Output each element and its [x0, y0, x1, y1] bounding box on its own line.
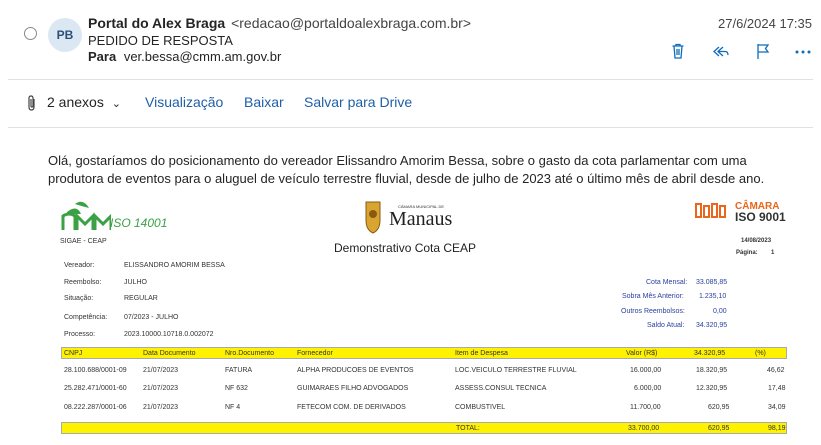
summary-label: Sobra Mês Anterior: [622, 293, 684, 300]
field-label: Competência: [64, 314, 108, 321]
cell: 21/07/2023 [143, 367, 179, 374]
more-actions-button[interactable] [792, 40, 814, 62]
avatar: PB [48, 18, 82, 52]
field-label: Processo: [64, 331, 96, 338]
reply-all-icon [713, 46, 729, 57]
column-header: Data Documento [143, 350, 196, 357]
cell: 6.000,00 [634, 385, 662, 392]
cell: GUIMARAES FILHO ADVOGADOS [297, 385, 409, 392]
summary-value: 34.320,95 [696, 322, 728, 329]
sigae-label: SIGAE - CEAP [60, 238, 107, 245]
attachment-toggle[interactable] [26, 94, 38, 117]
chevron-down-icon: ⌄ [111, 98, 121, 110]
field-value: 07/2023 - JULHO [124, 314, 179, 321]
header-divider [8, 79, 813, 80]
embedded-document-image: ISO 14001 SIGAE - CEAP CÂMARA MUNICIPAL … [58, 196, 798, 445]
table-total-row [61, 422, 787, 434]
summary-value: 33.085,85 [696, 279, 728, 286]
camara-logo-icon [695, 203, 726, 218]
attachments-count[interactable]: 2 anexos ⌄ [47, 94, 121, 110]
field-label: Vereador: [64, 262, 95, 269]
field-value: JULHO [124, 279, 147, 286]
column-header: Item de Despesa [455, 350, 508, 357]
column-header: (%) [755, 350, 766, 357]
cell: NF 632 [225, 385, 248, 392]
summary-value: 0,00 [713, 308, 727, 315]
page-value: 1 [771, 250, 775, 256]
more-icon [795, 50, 811, 54]
delete-button[interactable] [667, 40, 689, 62]
column-header: Valor (R$) [626, 350, 658, 357]
city-label: Manaus [389, 208, 453, 230]
cell: 12.320,95 [696, 385, 728, 392]
cell: LOC.VEICULO TERRESTRE FLUVIAL [455, 367, 577, 374]
paperclip-icon [28, 95, 35, 111]
field-value: 2023.10000.10718.0.002072 [124, 331, 214, 338]
column-header: CNPJ [64, 350, 83, 357]
total-value: 98,19 [768, 425, 786, 432]
cmm-logo [61, 201, 111, 230]
cell: NF 4 [225, 404, 241, 411]
cell: 25.282.471/0001-60 [64, 385, 127, 392]
cell: 17,48 [768, 385, 786, 392]
page-label: Página: [736, 250, 758, 256]
summary-label: Outros Reembolsos: [621, 308, 685, 315]
cell: FETECOM COM. DE DERIVADOS [297, 404, 406, 411]
sender-name[interactable]: Portal do Alex Braga [88, 15, 225, 31]
cell: ASSESS.CONSUL TECNICA [455, 385, 547, 392]
cell: 18.320,95 [696, 367, 728, 374]
cell: 46,62 [767, 367, 785, 374]
cell: 620,95 [708, 404, 730, 411]
recipient-line: Para ver.bessa@cmm.am.gov.br [88, 49, 281, 64]
preview-link[interactable]: Visualização [145, 94, 223, 110]
total-value: 620,95 [708, 425, 730, 432]
trash-icon [672, 43, 684, 59]
select-message-radio[interactable] [24, 27, 37, 40]
cell: 08.222.287/0001-06 [64, 404, 127, 411]
document-date: 14/08/2023 [741, 238, 772, 244]
reply-all-button[interactable] [709, 40, 731, 62]
field-label: Situação: [64, 295, 94, 302]
document-title: Demonstrativo Cota CEAP [334, 241, 477, 255]
column-header: Fornecedor [297, 350, 333, 357]
flag-button[interactable] [752, 40, 774, 62]
total-label: TOTAL: [456, 425, 480, 432]
sender-line: Portal do Alex Braga <redacao@portaldoal… [88, 15, 471, 31]
attachments-count-label: 2 anexos [47, 94, 104, 110]
cell: FATURA [225, 367, 253, 374]
cell: 16.000,00 [630, 367, 662, 374]
column-header: Nro.Documento [225, 350, 275, 357]
to-value[interactable]: ver.bessa@cmm.am.gov.br [124, 49, 281, 64]
summary-value: 1.235,10 [699, 293, 727, 300]
save-to-drive-link[interactable]: Salvar para Drive [304, 94, 412, 110]
summary-label: Saldo Atual: [647, 322, 685, 329]
iso-14001-label: ISO 14001 [110, 216, 168, 230]
field-value: ELISSANDRO AMORIM BESSA [124, 262, 225, 269]
cell: 21/07/2023 [143, 385, 179, 392]
manaus-crest-icon [365, 201, 381, 234]
cell: COMBUSTIVEL [455, 404, 506, 411]
attachments-divider [8, 127, 813, 128]
field-label: Reembolso: [64, 279, 102, 286]
cell: ALPHA PRODUCOES DE EVENTOS [297, 367, 414, 374]
to-label: Para [88, 49, 117, 64]
download-link[interactable]: Baixar [244, 94, 284, 110]
summary-label: Cota Mensal: [646, 279, 688, 286]
sender-email: <redacao@portaldoalexbraga.com.br> [231, 15, 471, 31]
cell: 11.700,00 [630, 404, 661, 411]
message-subject: PEDIDO DE RESPOSTA [88, 33, 233, 48]
message-date: 27/6/2024 17:35 [718, 16, 812, 31]
column-header: 34.320,95 [694, 350, 726, 357]
field-value: REGULAR [124, 295, 158, 302]
cell: 28.100.688/0001-09 [64, 367, 127, 374]
iso-9001-label: ISO 9001 [735, 210, 786, 224]
message-body: Olá, gostaríamos do posicionamento do ve… [48, 153, 765, 186]
cell: 21/07/2023 [143, 404, 179, 411]
flag-icon [757, 44, 770, 59]
cell: 34,09 [768, 404, 786, 411]
total-value: 33.700,00 [628, 425, 660, 432]
